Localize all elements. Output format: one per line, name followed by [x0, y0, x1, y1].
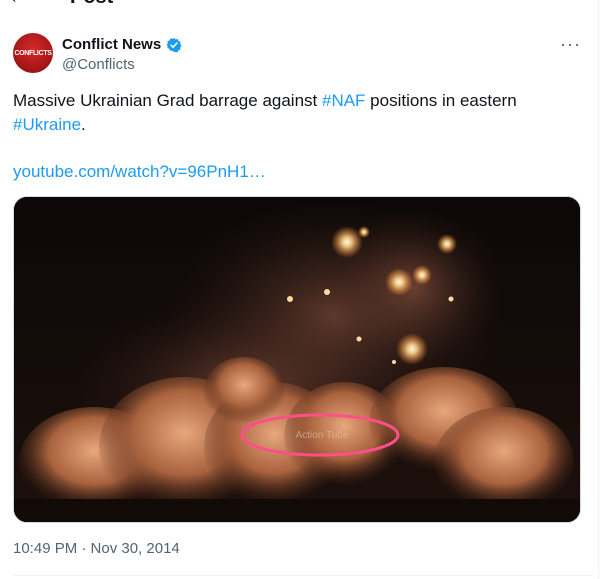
watermark-text: Action Tube [296, 430, 349, 441]
tweet-text-segment: Massive Ukrainian Grad barrage against [13, 91, 322, 110]
avatar[interactable]: CONFLICTS [13, 33, 53, 73]
hashtag-naf[interactable]: #NAF [322, 91, 365, 110]
tweet-text-segment: positions in eastern [365, 91, 517, 110]
hashtag-ukraine[interactable]: #Ukraine [13, 115, 81, 134]
verified-badge-icon [166, 38, 182, 53]
avatar-logo-text: CONFLICTS [14, 49, 52, 57]
tweet-text: Massive Ukrainian Grad barrage against #… [13, 89, 583, 137]
divider [13, 575, 593, 576]
tweet-text-segment: . [81, 115, 86, 134]
more-options-icon[interactable]: ··· [560, 34, 581, 55]
page-title: Post [70, 0, 113, 9]
timestamp[interactable]: 10:49 PM · Nov 30, 2014 [13, 540, 180, 557]
youtube-link[interactable]: youtube.com/watch?v=96PnH1… [13, 162, 266, 182]
author-name[interactable]: Conflict News [62, 36, 161, 53]
author-handle[interactable]: @Conflicts [62, 56, 135, 73]
media-video-frame[interactable]: Action Tube [13, 196, 581, 523]
top-bar: ← Post [0, 0, 607, 8]
column-border [598, 0, 599, 579]
arrow-left-icon[interactable]: ← [8, 0, 28, 9]
rocket-barrage-image: Action Tube [14, 197, 580, 522]
